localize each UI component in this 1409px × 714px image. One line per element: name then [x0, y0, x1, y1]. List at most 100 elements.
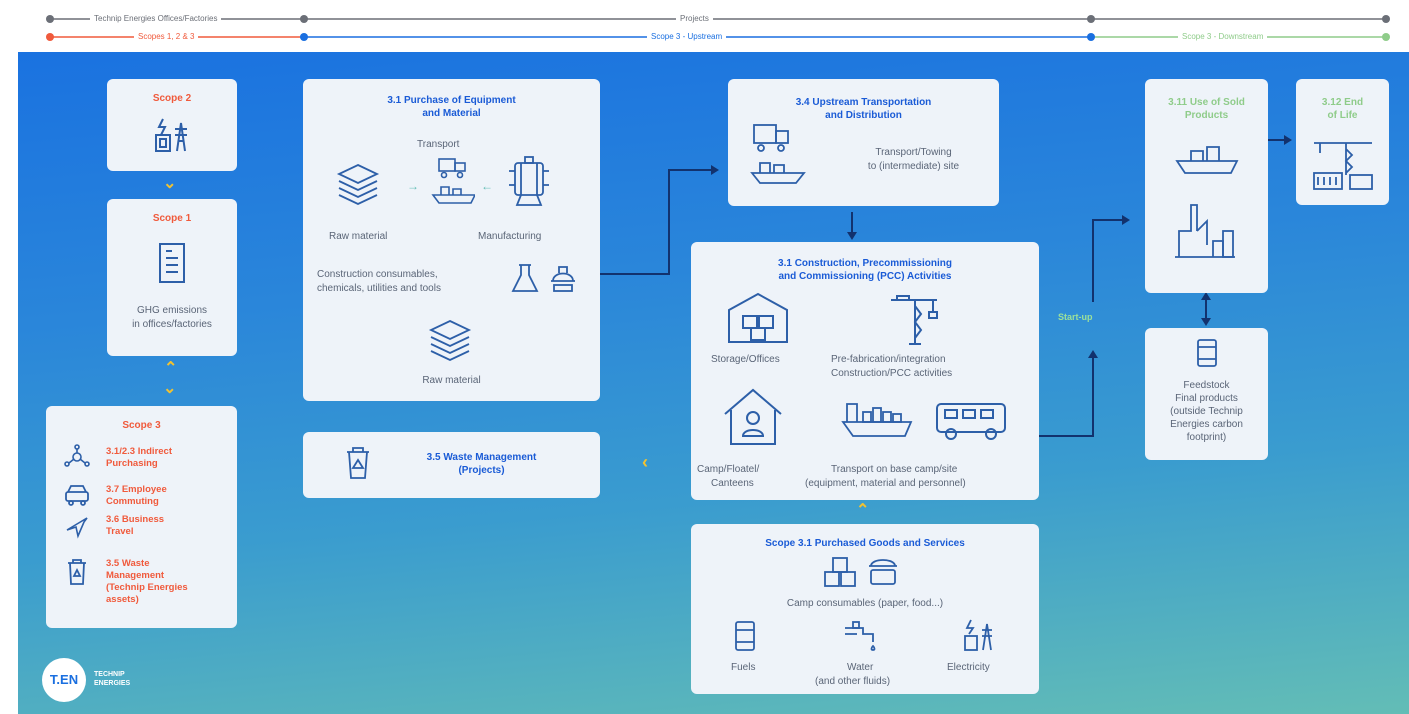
boxes-icon	[824, 557, 856, 587]
diagram-canvas: Scope 2 ⌄ Scope 1 GHG emissions in offic…	[18, 52, 1409, 714]
purchased-goods-box: Scope 3.1 Purchased Goods and Services C…	[691, 524, 1039, 694]
goods-fuels-label: Fuels	[731, 662, 756, 673]
transportation-title-line1: 3.4 Upstream Transportation	[795, 97, 932, 108]
power-substation-icon	[155, 118, 187, 152]
scope2-box: Scope 2	[107, 79, 237, 171]
upstream-transportation-box: 3.4 Upstream Transportation and Distribu…	[728, 79, 999, 206]
demolition-crane-icon	[1313, 142, 1373, 190]
scope3-commuting-line1: 3.7 Employee	[106, 484, 167, 495]
timeline-node	[1087, 33, 1095, 41]
food-container-icon	[869, 559, 897, 585]
goods-title: Scope 3.1 Purchased Goods and Services	[765, 538, 965, 549]
pcc-transport-line2: (equipment, material and personnel)	[805, 478, 966, 489]
timeline-node	[46, 15, 54, 23]
transportation-title-line2: and Distribution	[825, 110, 902, 121]
timeline-label-upstream: Scope 3 - Upstream	[647, 32, 727, 42]
chevron-up-icon: ⌃	[164, 360, 178, 377]
timeline-node	[300, 15, 308, 23]
warehouse-icon	[728, 292, 788, 343]
recycle-bin-icon	[68, 559, 86, 585]
lab-flask-icon	[511, 264, 539, 292]
goods-water-line2: (and other fluids)	[815, 676, 891, 687]
pcc-storage-label: Storage/Offices	[711, 354, 780, 365]
manufacturing-machine-icon	[509, 156, 549, 206]
pcc-activities-box: 3.1 Construction, Precommissioning and C…	[691, 242, 1039, 500]
scope2-title: Scope 2	[152, 93, 192, 104]
timeline-node	[300, 33, 308, 41]
scope3-box: Scope 3 3.1/2.3 Indirect Purchasing 3.7 …	[46, 406, 237, 628]
truck-ship-icon	[750, 124, 806, 184]
feedstock-line5: footprint)	[1186, 432, 1227, 443]
chevron-left-icon: ‹	[642, 452, 648, 472]
airplane-icon	[66, 517, 88, 539]
timeline-node	[1382, 15, 1390, 23]
scope3-title: Scope 3	[122, 420, 161, 431]
scope3-indirect-line2: Purchasing	[106, 458, 158, 469]
goods-camp-label: Camp consumables (paper, food...)	[786, 598, 944, 609]
office-building-icon	[159, 243, 185, 283]
crane-icon	[891, 295, 938, 345]
scope1-text-line2: in offices/factories	[132, 319, 212, 330]
scope3-waste-line3: (Technip Energies	[106, 582, 188, 593]
scope3-commuting-line2: Commuting	[106, 496, 159, 507]
feedstock-line1: Feedstock	[1183, 380, 1230, 391]
bus-icon	[936, 403, 1006, 440]
purchase-title-line2: and Material	[422, 108, 481, 119]
purchase-transport-label: Transport	[417, 139, 460, 150]
cargo-ship-icon	[841, 403, 913, 437]
arrow-left-icon: ←	[481, 179, 493, 193]
feedstock-line4: Energies carbon	[1170, 419, 1243, 430]
eol-title-line1: 3.12 End	[1321, 97, 1364, 108]
waste-title-line2: (Projects)	[458, 465, 505, 476]
timeline-node	[1382, 33, 1390, 41]
timeline-label-projects: Projects	[676, 14, 713, 24]
pcc-camp-line1: Camp/Floatel/	[697, 464, 760, 475]
industrial-plant-icon	[1175, 204, 1235, 258]
pcc-transport-line1: Transport on base camp/site	[831, 464, 958, 475]
logo-word-2: ENERGIES	[94, 680, 131, 687]
scope1-text-line1: GHG emissions	[136, 305, 207, 316]
chevron-up-icon: ⌃	[856, 502, 870, 519]
purchase-equipment-box: 3.1 Purchase of Equipment and Material T…	[303, 79, 600, 401]
house-person-icon	[724, 388, 782, 445]
water-tap-icon	[845, 621, 876, 651]
scope1-title: Scope 1	[152, 213, 192, 224]
pcc-title-line2: and Commissioning (PCC) Activities	[778, 271, 952, 282]
technip-energies-logo: T.EN TECHNIP ENERGIES	[42, 658, 182, 702]
use-title-line2: Products	[1184, 110, 1229, 121]
scope3-waste-line2: Management	[106, 570, 165, 581]
scope-timeline: Technip Energies Offices/Factories Proje…	[0, 0, 1409, 52]
purchase-manufacturing-label: Manufacturing	[478, 231, 542, 242]
purchase-consumables-line1: Construction consumables,	[317, 269, 438, 280]
feedstock-line2: Final products	[1175, 393, 1238, 404]
scope3-travel-line2: Travel	[106, 526, 134, 537]
purchase-consumables-line2: chemicals, utilities and tools	[317, 283, 441, 294]
purchase-raw-material-label: Raw material	[329, 231, 388, 242]
feedstock-line3: (outside Technip	[1170, 406, 1243, 417]
purchase-raw-material-label-2: Raw material	[422, 375, 481, 386]
transportation-text-line1: Transport/Towing	[875, 147, 952, 158]
recycle-bin-icon	[347, 447, 369, 479]
timeline-node	[1087, 15, 1095, 23]
scope3-travel-line1: 3.6 Business	[106, 514, 165, 525]
arrow-right-icon: →	[407, 179, 419, 193]
purchase-title-line1: 3.1 Purchase of Equipment	[387, 95, 516, 106]
pcc-camp-line2: Canteens	[711, 478, 754, 489]
pcc-prefab-line1: Pre-fabrication/integration	[831, 354, 946, 365]
logo-mark: T.EN	[49, 672, 79, 687]
ship-icon	[1175, 146, 1239, 174]
scope3-waste-line1: 3.5 Waste	[106, 558, 150, 569]
feedstock-box: Feedstock Final products (outside Techni…	[1145, 328, 1268, 460]
waste-management-box: 3.5 Waste Management (Projects)	[303, 432, 600, 498]
waste-title-line1: 3.5 Waste Management	[426, 452, 537, 463]
power-substation-icon	[964, 619, 992, 651]
timeline-lines	[46, 15, 1390, 41]
eol-title-line2: of Life	[1327, 110, 1358, 121]
barrel-icon	[1197, 339, 1217, 367]
fuel-barrel-icon	[735, 621, 755, 651]
transportation-text-line2: to (intermediate) site	[867, 161, 960, 172]
goods-electricity-label: Electricity	[947, 662, 990, 673]
pcc-title-line1: 3.1 Construction, Precommissioning	[778, 258, 952, 269]
hard-hat-icon	[551, 266, 575, 292]
car-icon	[65, 485, 89, 506]
